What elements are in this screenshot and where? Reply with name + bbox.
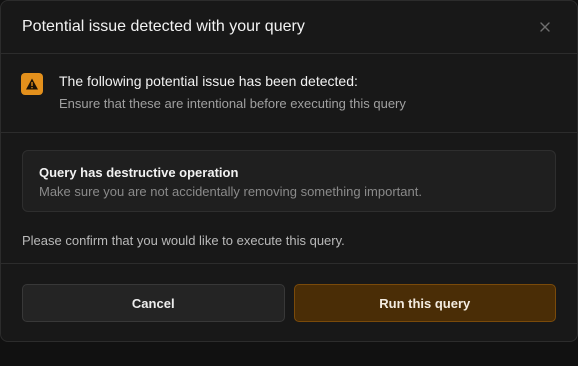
close-icon[interactable] [537,19,553,35]
operation-title: Query has destructive operation [39,165,239,180]
dialog-header: Potential issue detected with your query [1,1,577,54]
warning-text: The following potential issue has been d… [59,72,406,113]
confirm-query-dialog: Potential issue detected with your query… [0,0,578,342]
operation-card: Query has destructive operation Make sur… [22,150,556,212]
warning-headline: The following potential issue has been d… [59,73,358,89]
confirm-text: Please confirm that you would like to ex… [22,233,345,248]
dialog-body: Query has destructive operation Make sur… [1,133,577,264]
cancel-button[interactable]: Cancel [22,284,285,322]
warning-section: The following potential issue has been d… [1,54,577,133]
warning-triangle-icon [21,73,43,95]
operation-description: Make sure you are not accidentally remov… [39,184,422,199]
run-query-button[interactable]: Run this query [293,284,556,322]
warning-subtext: Ensure that these are intentional before… [59,96,406,111]
dialog-footer: Cancel Run this query [1,264,577,322]
dialog-title: Potential issue detected with your query [22,18,305,35]
